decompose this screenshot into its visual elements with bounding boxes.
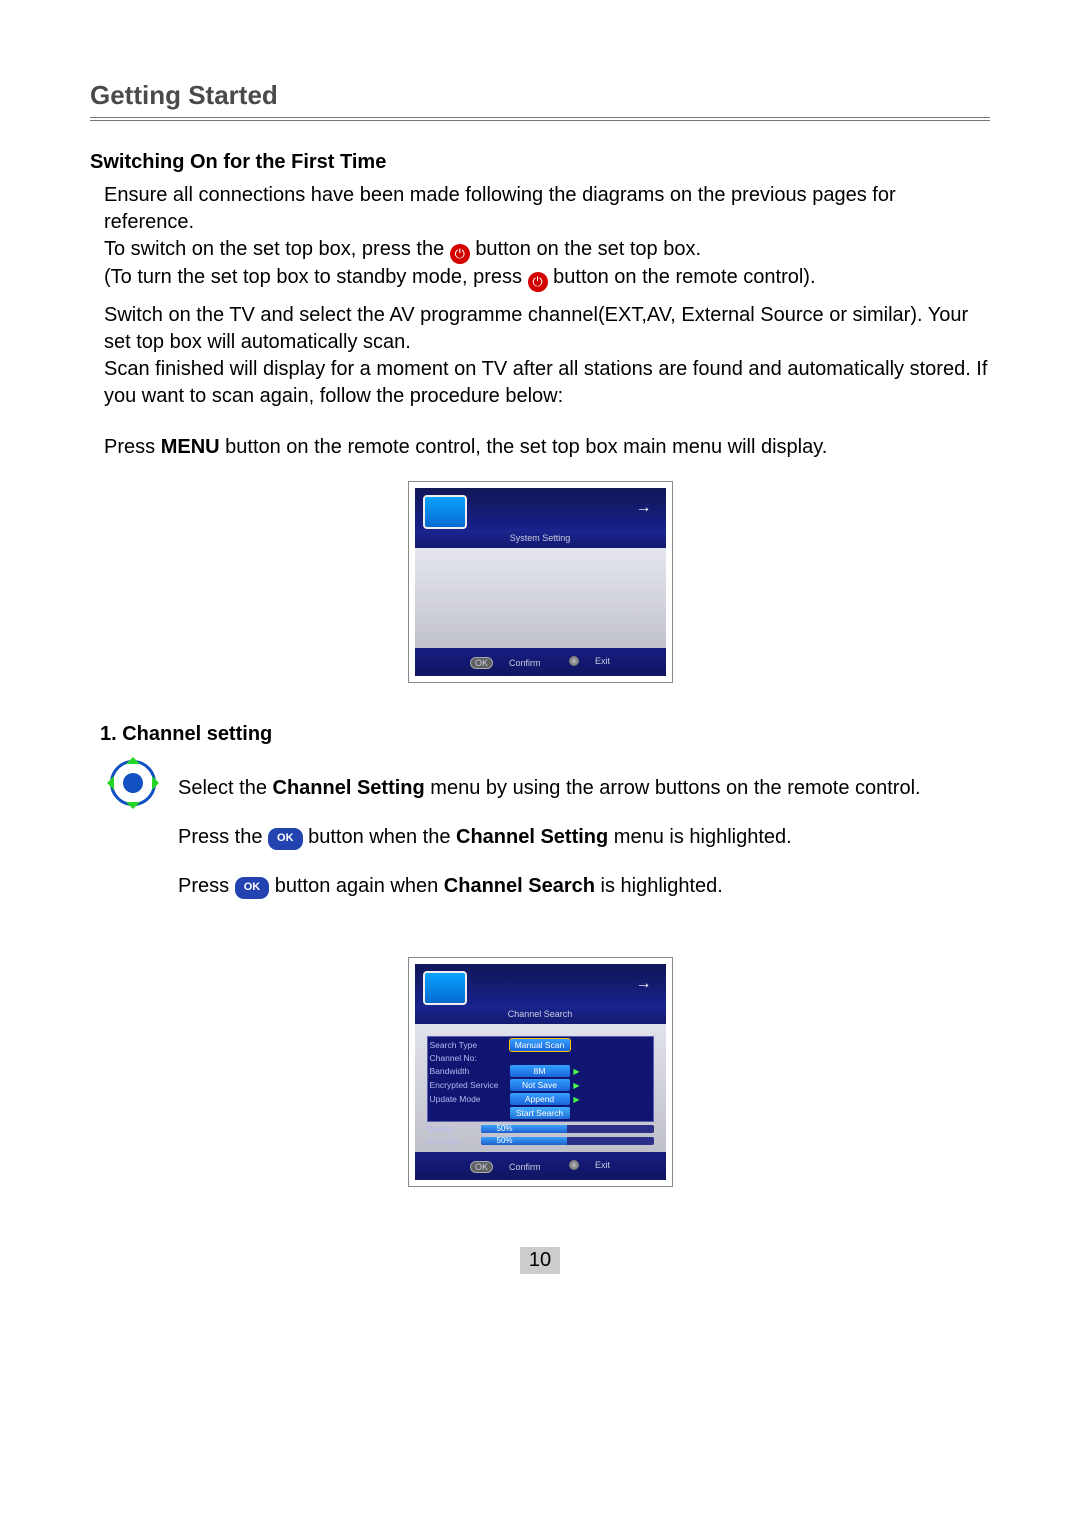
section1-body: Ensure all connections have been made fo… bbox=[104, 182, 990, 461]
arrow-right-icon: → bbox=[636, 971, 658, 993]
tv-thumbnail-icon bbox=[423, 495, 467, 529]
para-scan-finished: Scan finished will display for a moment … bbox=[104, 356, 990, 410]
exit-dot-icon bbox=[569, 1160, 579, 1170]
exit-dot-icon bbox=[569, 656, 579, 666]
section2-body: Select the Channel Setting menu by using… bbox=[178, 754, 921, 921]
page-title: Getting Started bbox=[90, 80, 990, 111]
encrypted-value: Not Save▶ bbox=[510, 1079, 570, 1091]
dpad-icon bbox=[104, 754, 162, 812]
tv-screenshot-channel-search: → Channel Search Search Type Manual Scan… bbox=[408, 957, 673, 1187]
para-switch-on: To switch on the set top box, press the … bbox=[104, 236, 990, 264]
start-search-button: Start Search bbox=[510, 1107, 570, 1119]
ok-icon: OK bbox=[470, 1161, 493, 1173]
ok-icon: OK bbox=[470, 657, 493, 669]
para-connections: Ensure all connections have been made fo… bbox=[104, 182, 990, 236]
section-heading-switching-on: Switching On for the First Time bbox=[90, 151, 990, 174]
update-mode-value: Append▶ bbox=[510, 1093, 570, 1105]
ok-button-icon: OK bbox=[235, 877, 270, 899]
power-icon: ⏻ bbox=[450, 244, 470, 264]
para-press-ok-2: Press OK button again when Channel Searc… bbox=[178, 872, 921, 901]
tv-title: System Setting bbox=[415, 529, 666, 548]
tv-footer: OKConfirm Exit bbox=[415, 648, 666, 676]
quality-meter: Quality: 50% bbox=[427, 1124, 654, 1134]
channel-search-panel: Search Type Manual Scan Channel No: Band… bbox=[427, 1036, 654, 1122]
tv-thumbnail-icon bbox=[423, 971, 467, 1005]
para-avchannel: Switch on the TV and select the AV progr… bbox=[104, 302, 990, 356]
tv-screenshot-system-setting: → System Setting OKConfirm Exit bbox=[408, 481, 673, 683]
page-number: 10 bbox=[520, 1247, 560, 1274]
strength-meter: Strength: 50% bbox=[427, 1136, 654, 1146]
tv-footer: OKConfirm Exit bbox=[415, 1152, 666, 1180]
power-icon: ⏻ bbox=[528, 272, 548, 292]
para-press-ok-1: Press the OK button when the Channel Set… bbox=[178, 823, 921, 852]
arrow-right-icon: → bbox=[636, 495, 658, 517]
para-standby: (To turn the set top box to standby mode… bbox=[104, 264, 990, 292]
tv-title: Channel Search bbox=[415, 1005, 666, 1024]
para-press-menu: Press MENU button on the remote control,… bbox=[104, 434, 990, 461]
section-heading-channel-setting: 1. Channel setting bbox=[100, 723, 990, 746]
bandwidth-value: 8M▶ bbox=[510, 1065, 570, 1077]
search-type-value: Manual Scan bbox=[510, 1039, 570, 1051]
ok-button-icon: OK bbox=[268, 828, 303, 850]
para-select-menu: Select the Channel Setting menu by using… bbox=[178, 774, 921, 803]
title-rule bbox=[90, 117, 990, 121]
